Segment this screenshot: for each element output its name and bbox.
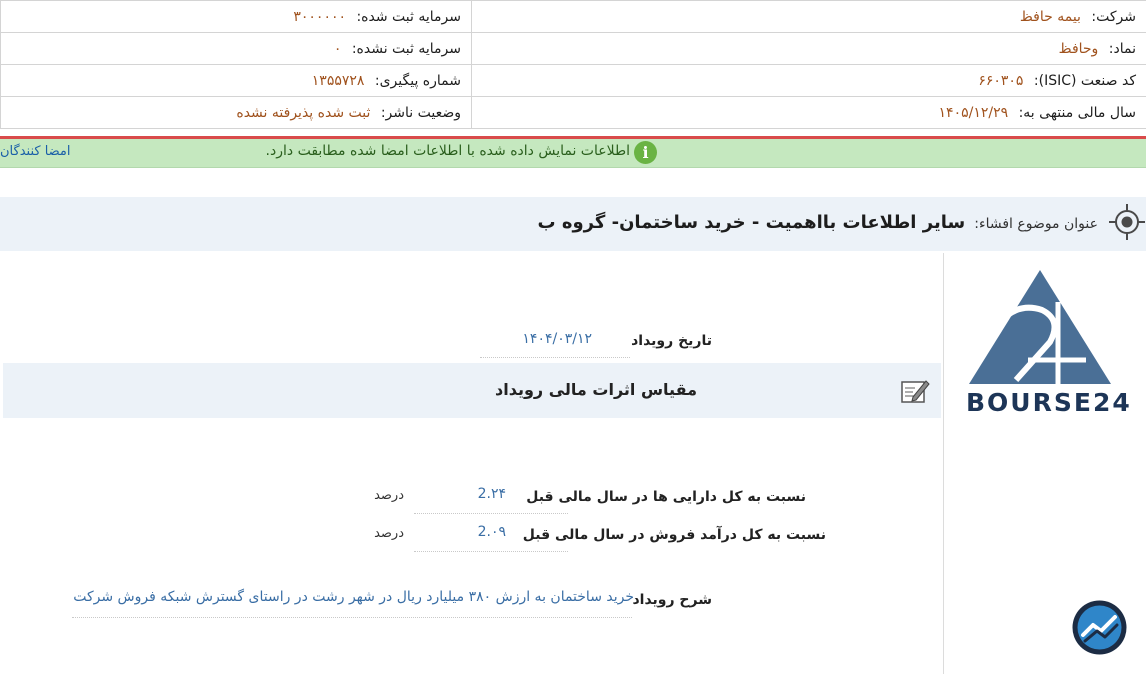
metric-underline: [414, 513, 568, 514]
metric-value-revenue: 2.۰۹: [477, 524, 506, 540]
subject-label: عنوان موضوع افشاء:: [974, 216, 1098, 232]
info-icon: i: [634, 141, 657, 164]
event-date-label: تاریخ رویداد: [631, 333, 712, 349]
info-row: وضعیت ناشر: ثبت شده پذیرفته نشده سال مال…: [0, 96, 1146, 129]
event-date-underline: [480, 357, 630, 358]
tracking-number-value: ۱۳۵۵۷۲۸: [311, 72, 365, 89]
metric-label-revenue: نسبت به کل درآمد فروش در سال مالی قبل: [522, 527, 826, 543]
industry-code-value: ۶۶۰۳۰۵: [978, 72, 1024, 89]
subject-line: عنوان موضوع افشاء: سایر اطلاعات بااهمیت …: [538, 212, 1099, 233]
company-info-table: سرمایه ثبت شده: ۳۰۰۰۰۰۰ شرکت: بیمه حافظ …: [0, 0, 1146, 129]
unregistered-capital-cell: سرمایه ثبت نشده: ۰: [0, 32, 472, 65]
industry-code-cell: کد صنعت (ISIC): ۶۶۰۳۰۵: [471, 64, 1146, 97]
symbol-cell: نماد: وحافظ: [471, 32, 1146, 65]
publisher-status-cell: وضعیت ناشر: ثبت شده پذیرفته نشده: [0, 96, 472, 129]
event-date-value: ۱۴۰۴/۰۳/۱۲: [522, 331, 592, 347]
industry-code-label: کد صنعت (ISIC):: [1033, 72, 1136, 89]
registered-capital-label: سرمایه ثبت شده:: [356, 8, 461, 25]
metric-underline: [414, 551, 568, 552]
unregistered-capital-value: ۰: [333, 40, 342, 57]
company-value: بیمه حافظ: [1019, 8, 1081, 25]
registered-capital-cell: سرمایه ثبت شده: ۳۰۰۰۰۰۰: [0, 0, 472, 33]
metric-label-assets: نسبت به کل دارایی ها در سال مالی قبل: [526, 489, 806, 505]
verification-message: اطلاعات نمایش داده شده با اطلاعات امضا ش…: [265, 143, 630, 159]
event-description-label: شرح رویداد: [632, 592, 712, 608]
info-row: شماره پیگیری: ۱۳۵۵۷۲۸ کد صنعت (ISIC): ۶۶…: [0, 64, 1146, 97]
event-description-value: خرید ساختمان به ارزش ۳۸۰ میلیارد ریال در…: [73, 589, 634, 605]
symbol-value: وحافظ: [1058, 40, 1099, 57]
fiscal-year-label: سال مالی منتهی به:: [1018, 104, 1136, 121]
tracking-number-cell: شماره پیگیری: ۱۳۵۵۷۲۸: [0, 64, 472, 97]
unregistered-capital-label: سرمایه ثبت نشده:: [351, 40, 461, 57]
fiscal-year-value: ۱۴۰۵/۱۲/۲۹: [938, 104, 1009, 121]
tracking-number-label: شماره پیگیری:: [374, 72, 461, 89]
financial-impact-section-header: مقیاس اثرات مالی رویداد: [3, 363, 941, 418]
subject-title: سایر اطلاعات بااهمیت - خرید ساختمان- گرو…: [537, 212, 966, 233]
publisher-status-value: ثبت شده پذیرفته نشده: [236, 104, 371, 121]
logo-text: BOURSE24: [966, 388, 1132, 417]
signers-link[interactable]: امضا کنندگان: [0, 144, 71, 159]
company-label: شرکت:: [1091, 8, 1136, 25]
target-icon: [1109, 204, 1145, 240]
verification-bar: امضا کنندگان اطلاعات نمایش داده شده با ا…: [0, 139, 1146, 168]
fiscal-year-cell: سال مالی منتهی به: ۱۴۰۵/۱۲/۲۹: [471, 96, 1146, 129]
edit-note-icon: [901, 380, 930, 403]
column-divider: [943, 253, 944, 674]
metric-unit-revenue: درصد: [374, 526, 404, 541]
publisher-status-label: وضعیت ناشر:: [380, 104, 461, 121]
registered-capital-value: ۳۰۰۰۰۰۰: [293, 8, 347, 25]
subject-bar: عنوان موضوع افشاء: سایر اطلاعات بااهمیت …: [0, 197, 1146, 251]
chart-badge-icon[interactable]: [1071, 599, 1128, 656]
section-title: مقیاس اثرات مالی رویداد: [495, 380, 697, 399]
metric-value-assets: 2.۲۴: [477, 486, 506, 502]
description-underline: [72, 617, 632, 618]
info-row: سرمایه ثبت شده: ۳۰۰۰۰۰۰ شرکت: بیمه حافظ: [0, 0, 1146, 33]
info-row: سرمایه ثبت نشده: ۰ نماد: وحافظ: [0, 32, 1146, 65]
metric-unit-assets: درصد: [374, 488, 404, 503]
company-cell: شرکت: بیمه حافظ: [471, 0, 1146, 33]
symbol-label: نماد:: [1108, 40, 1136, 57]
